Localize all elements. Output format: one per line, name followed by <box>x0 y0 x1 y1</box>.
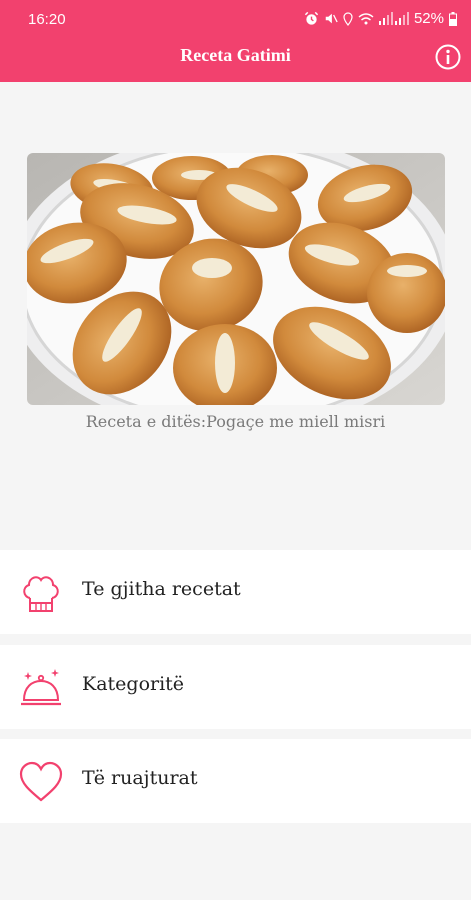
chef-hat-icon <box>23 576 59 612</box>
info-icon[interactable] <box>434 43 462 71</box>
menu-item-label: Te gjitha recetat <box>82 578 241 600</box>
recipe-of-day-image[interactable] <box>27 153 445 405</box>
menu-item-label: Kategoritë <box>82 673 185 695</box>
app-title: Receta Gatimi <box>180 45 291 65</box>
battery-icon <box>449 11 457 26</box>
pastry-photo <box>27 153 445 405</box>
battery-percent: 52% <box>413 10 444 27</box>
location-icon <box>343 11 353 26</box>
menu-item-all-recipes[interactable]: Te gjitha recetat <box>0 550 471 634</box>
status-icons: 52% <box>304 10 457 27</box>
wifi-icon <box>358 12 374 24</box>
app-bar: Receta Gatimi <box>0 40 471 82</box>
heart-icon <box>19 761 63 802</box>
status-bar: 16:20 52% <box>0 0 471 40</box>
menu-item-categories[interactable]: Kategoritë <box>0 645 471 729</box>
recipe-of-day-caption: Receta e ditës:Pogaçe me miell misri <box>85 412 386 431</box>
menu-item-label: Të ruajturat <box>82 767 198 789</box>
alarm-icon <box>304 11 319 25</box>
menu-item-saved[interactable]: Të ruajturat <box>0 739 471 823</box>
serving-cloche-icon <box>21 669 61 706</box>
mute-icon <box>325 13 338 24</box>
status-time: 16:20 <box>28 11 66 28</box>
signal-icon <box>378 12 409 25</box>
